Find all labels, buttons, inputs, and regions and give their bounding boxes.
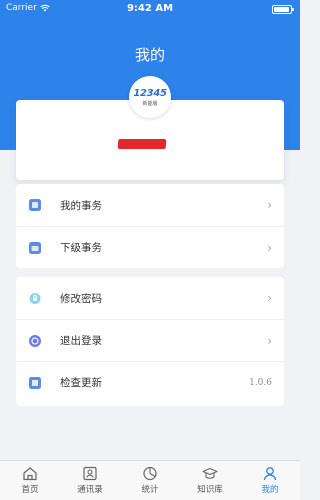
redacted-username — [117, 139, 167, 149]
menu-item-my-affairs[interactable]: 我的事务 › — [16, 184, 284, 226]
tab-statistics[interactable]: 统计 — [120, 461, 180, 500]
chevron-right-icon: › — [267, 333, 272, 348]
logout-icon — [28, 334, 42, 348]
tab-contacts[interactable]: 通讯录 — [60, 461, 120, 500]
menu-item-sub-affairs[interactable]: 下级事务 › — [16, 226, 284, 268]
menu-label: 修改密码 — [60, 292, 102, 305]
menu-item-change-password[interactable]: 修改密码 › — [16, 277, 284, 319]
logo-subtitle: 新能版 — [142, 100, 158, 107]
contacts-icon — [83, 466, 97, 481]
status-time: 9:42 AM — [126, 3, 174, 14]
tab-label: 知识库 — [197, 485, 223, 495]
chevron-right-icon: › — [267, 198, 272, 212]
tab-label: 首页 — [21, 485, 39, 495]
graduation-cap-icon — [202, 467, 218, 479]
chevron-right-icon: › — [267, 291, 272, 305]
update-icon — [28, 376, 42, 390]
document-icon — [28, 198, 42, 212]
chart-pie-icon — [143, 466, 157, 481]
menu-label: 退出登录 — [60, 335, 102, 347]
menu-group-affairs: 我的事务 › 下级事务 › — [16, 184, 284, 268]
tab-home[interactable]: 首页 — [0, 461, 60, 500]
lock-icon — [28, 291, 42, 305]
tab-label: 我的 — [261, 485, 279, 495]
folder-icon — [28, 241, 42, 255]
version-number: 1.0.6 — [249, 377, 272, 388]
menu-item-check-update[interactable]: 检查更新 1.0.6 — [16, 361, 284, 403]
menu-label: 我的事务 — [60, 199, 102, 212]
person-icon — [263, 467, 277, 481]
page-title: 我的 — [134, 46, 165, 64]
chevron-right-icon: › — [267, 240, 272, 255]
tab-mine[interactable]: 我的 — [240, 461, 300, 500]
status-bar: Carrier 9:42 AM — [0, 0, 300, 18]
menu-group-account: 修改密码 › 退出登录 › 检查更新 1.0.6 — [16, 277, 284, 406]
app-logo: 12345 新能版 — [129, 76, 171, 118]
menu-item-logout[interactable]: 退出登录 › — [16, 319, 284, 361]
battery-icon — [272, 5, 294, 14]
tab-label: 统计 — [141, 485, 159, 495]
menu-label: 检查更新 — [60, 377, 102, 389]
bottom-tab-bar: 首页 通讯录 统计 知识库 我的 — [0, 460, 300, 500]
tab-label: 通讯录 — [77, 485, 103, 495]
tab-knowledge-base[interactable]: 知识库 — [180, 461, 240, 500]
home-icon — [23, 467, 37, 481]
menu-label: 下级事务 — [60, 242, 102, 254]
logo-number: 12345 — [133, 87, 167, 99]
